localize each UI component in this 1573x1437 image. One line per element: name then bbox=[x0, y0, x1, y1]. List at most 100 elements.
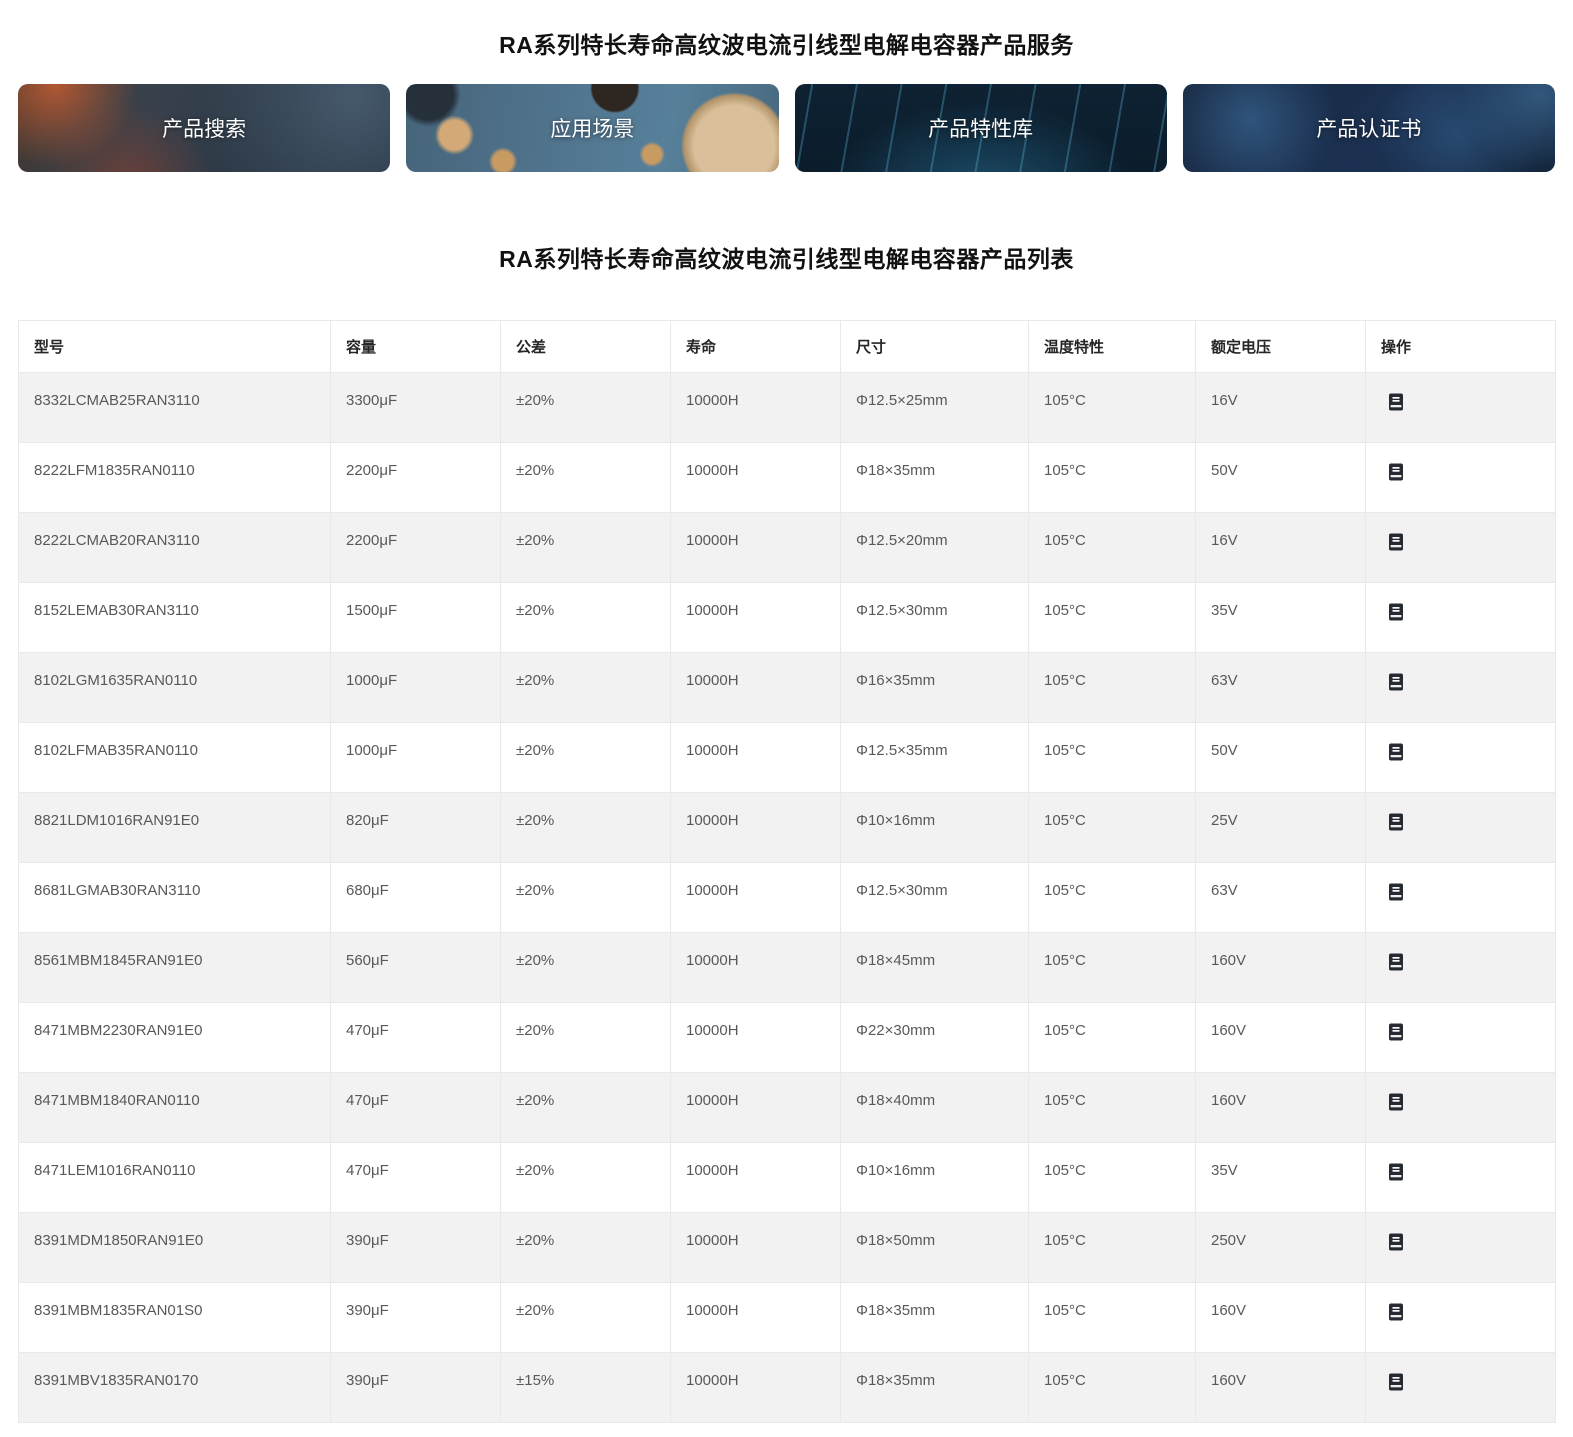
view-doc-button[interactable] bbox=[1386, 1302, 1406, 1322]
cell-temperature: 105°C bbox=[1029, 583, 1196, 653]
view-doc-button[interactable] bbox=[1386, 882, 1406, 902]
cell-action bbox=[1366, 1213, 1556, 1283]
cell-temperature: 105°C bbox=[1029, 1003, 1196, 1073]
table-row: 8152LEMAB30RAN31101500μF±20%10000HΦ12.5×… bbox=[19, 583, 1556, 653]
cell-capacity: 1000μF bbox=[331, 653, 501, 723]
cell-temperature: 105°C bbox=[1029, 1143, 1196, 1213]
table-row: 8391MDM1850RAN91E0390μF±20%10000HΦ18×50m… bbox=[19, 1213, 1556, 1283]
table-row: 8102LFMAB35RAN01101000μF±20%10000HΦ12.5×… bbox=[19, 723, 1556, 793]
column-header-capacity: 容量 bbox=[331, 321, 501, 373]
cell-voltage: 50V bbox=[1196, 723, 1366, 793]
cell-tolerance: ±20% bbox=[501, 863, 671, 933]
book-icon bbox=[1386, 742, 1406, 762]
book-icon bbox=[1386, 602, 1406, 622]
column-header-voltage: 额定电压 bbox=[1196, 321, 1366, 373]
cell-voltage: 16V bbox=[1196, 513, 1366, 583]
column-header-tolerance: 公差 bbox=[501, 321, 671, 373]
page-title: RA系列特长寿命高纹波电流引线型电解电容器产品服务 bbox=[18, 0, 1555, 60]
cell-size: Φ10×16mm bbox=[841, 1143, 1029, 1213]
cell-temperature: 105°C bbox=[1029, 513, 1196, 583]
table-row: 8391MBV1835RAN0170390μF±15%10000HΦ18×35m… bbox=[19, 1353, 1556, 1423]
cell-lifetime: 10000H bbox=[671, 863, 841, 933]
cell-tolerance: ±20% bbox=[501, 583, 671, 653]
cell-model: 8222LFM1835RAN0110 bbox=[19, 443, 331, 513]
cell-size: Φ18×50mm bbox=[841, 1213, 1029, 1283]
view-doc-button[interactable] bbox=[1386, 672, 1406, 692]
cell-model: 8391MDM1850RAN91E0 bbox=[19, 1213, 331, 1283]
cell-size: Φ12.5×25mm bbox=[841, 373, 1029, 443]
book-icon bbox=[1386, 1372, 1406, 1392]
view-doc-button[interactable] bbox=[1386, 952, 1406, 972]
cell-lifetime: 10000H bbox=[671, 723, 841, 793]
cell-lifetime: 10000H bbox=[671, 1003, 841, 1073]
banner-application-scenarios-label: 应用场景 bbox=[550, 113, 634, 143]
cell-lifetime: 10000H bbox=[671, 1353, 841, 1423]
cell-size: Φ12.5×30mm bbox=[841, 863, 1029, 933]
cell-capacity: 680μF bbox=[331, 863, 501, 933]
banner-application-scenarios[interactable]: 应用场景 bbox=[406, 84, 778, 172]
column-header-action: 操作 bbox=[1366, 321, 1556, 373]
cell-voltage: 16V bbox=[1196, 373, 1366, 443]
cell-action bbox=[1366, 443, 1556, 513]
cell-temperature: 105°C bbox=[1029, 933, 1196, 1003]
cell-capacity: 3300μF bbox=[331, 373, 501, 443]
cell-tolerance: ±20% bbox=[501, 1003, 671, 1073]
view-doc-button[interactable] bbox=[1386, 532, 1406, 552]
cell-model: 8332LCMAB25RAN3110 bbox=[19, 373, 331, 443]
cell-size: Φ18×35mm bbox=[841, 1353, 1029, 1423]
cell-voltage: 250V bbox=[1196, 1213, 1366, 1283]
cell-lifetime: 10000H bbox=[671, 583, 841, 653]
view-doc-button[interactable] bbox=[1386, 462, 1406, 482]
cell-temperature: 105°C bbox=[1029, 1073, 1196, 1143]
banner-product-certificates[interactable]: 产品认证书 bbox=[1183, 84, 1555, 172]
banner-product-features-library[interactable]: 产品特性库 bbox=[795, 84, 1167, 172]
banner-row: 产品搜索 应用场景 产品特性库 产品认证书 bbox=[18, 84, 1555, 172]
cell-lifetime: 10000H bbox=[671, 513, 841, 583]
cell-voltage: 63V bbox=[1196, 653, 1366, 723]
cell-capacity: 2200μF bbox=[331, 513, 501, 583]
cell-model: 8471LEM1016RAN0110 bbox=[19, 1143, 331, 1213]
table-row: 8821LDM1016RAN91E0820μF±20%10000HΦ10×16m… bbox=[19, 793, 1556, 863]
cell-model: 8561MBM1845RAN91E0 bbox=[19, 933, 331, 1003]
banner-product-search[interactable]: 产品搜索 bbox=[18, 84, 390, 172]
view-doc-button[interactable] bbox=[1386, 1232, 1406, 1252]
book-icon bbox=[1386, 812, 1406, 832]
book-icon bbox=[1386, 672, 1406, 692]
cell-capacity: 1000μF bbox=[331, 723, 501, 793]
view-doc-button[interactable] bbox=[1386, 602, 1406, 622]
cell-capacity: 560μF bbox=[331, 933, 501, 1003]
cell-lifetime: 10000H bbox=[671, 793, 841, 863]
cell-temperature: 105°C bbox=[1029, 443, 1196, 513]
cell-temperature: 105°C bbox=[1029, 1283, 1196, 1353]
cell-action bbox=[1366, 583, 1556, 653]
cell-voltage: 160V bbox=[1196, 1353, 1366, 1423]
cell-tolerance: ±20% bbox=[501, 653, 671, 723]
table-row: 8471LEM1016RAN0110470μF±20%10000HΦ10×16m… bbox=[19, 1143, 1556, 1213]
cell-action bbox=[1366, 653, 1556, 723]
cell-tolerance: ±20% bbox=[501, 1283, 671, 1353]
cell-lifetime: 10000H bbox=[671, 373, 841, 443]
view-doc-button[interactable] bbox=[1386, 742, 1406, 762]
column-header-model: 型号 bbox=[19, 321, 331, 373]
cell-lifetime: 10000H bbox=[671, 1283, 841, 1353]
banner-product-features-library-label: 产品特性库 bbox=[928, 113, 1033, 143]
cell-capacity: 470μF bbox=[331, 1073, 501, 1143]
cell-action bbox=[1366, 373, 1556, 443]
cell-size: Φ16×35mm bbox=[841, 653, 1029, 723]
view-doc-button[interactable] bbox=[1386, 1022, 1406, 1042]
view-doc-button[interactable] bbox=[1386, 1372, 1406, 1392]
banner-product-search-label: 产品搜索 bbox=[162, 113, 246, 143]
view-doc-button[interactable] bbox=[1386, 812, 1406, 832]
view-doc-button[interactable] bbox=[1386, 392, 1406, 412]
view-doc-button[interactable] bbox=[1386, 1092, 1406, 1112]
cell-temperature: 105°C bbox=[1029, 373, 1196, 443]
cell-size: Φ18×45mm bbox=[841, 933, 1029, 1003]
cell-capacity: 2200μF bbox=[331, 443, 501, 513]
cell-temperature: 105°C bbox=[1029, 1213, 1196, 1283]
cell-tolerance: ±20% bbox=[501, 723, 671, 793]
cell-voltage: 160V bbox=[1196, 1073, 1366, 1143]
cell-tolerance: ±15% bbox=[501, 1353, 671, 1423]
cell-model: 8391MBM1835RAN01S0 bbox=[19, 1283, 331, 1353]
cell-tolerance: ±20% bbox=[501, 933, 671, 1003]
view-doc-button[interactable] bbox=[1386, 1162, 1406, 1182]
